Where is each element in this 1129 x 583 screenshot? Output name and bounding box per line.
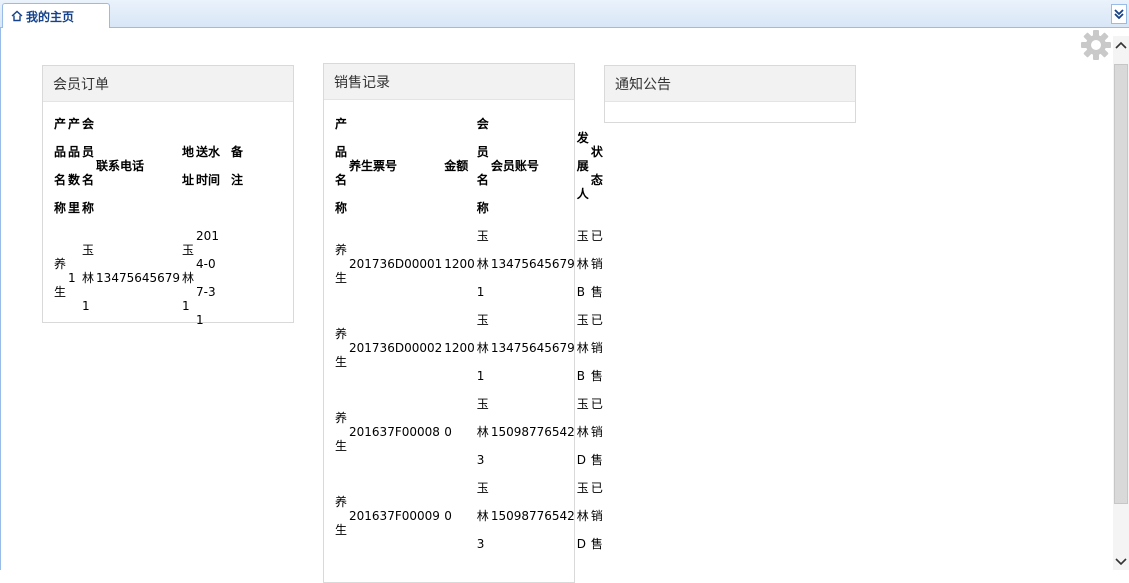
column-header: 会员账号 xyxy=(490,159,539,173)
column-header: 地址 xyxy=(182,145,195,187)
table-row: 养生 201637F00009 0 玉林3 15098776542 玉林D 已销… xyxy=(334,474,604,558)
column-header: 联系电话 xyxy=(96,159,145,173)
table-cell: 15098776542 xyxy=(490,509,575,523)
table-cell: 201637F00009 xyxy=(349,509,440,523)
table-cell: 已销售 xyxy=(590,313,603,383)
scroll-up-button[interactable] xyxy=(1113,36,1129,53)
table-row: 养生 201736D00001 1200 玉林1 13475645679 玉林B… xyxy=(334,222,604,306)
table-cell: 201736D00002 xyxy=(349,341,443,355)
tab-my-home[interactable]: 我的主页 xyxy=(2,3,110,28)
table-cell: 0 xyxy=(444,425,452,439)
column-header: 产品数里 xyxy=(68,117,81,215)
table-cell: 2014-07-31 xyxy=(196,229,219,327)
member-orders-table: 产品名称 产品数里 会员名称 联系电话 地址 送水时间 备注 养生 1 玉林1 … xyxy=(53,110,244,334)
scroll-down-icon xyxy=(1115,557,1127,565)
home-icon xyxy=(11,10,23,22)
gear-icon[interactable] xyxy=(1079,28,1113,62)
table-cell: 玉林B xyxy=(576,229,589,299)
table-cell: 养生 xyxy=(54,257,67,299)
column-header: 养生票号 xyxy=(349,159,398,173)
table-cell: 13475645679 xyxy=(490,341,575,355)
table-row: 养生 201637F00008 0 玉林3 15098776542 玉林D 已销… xyxy=(334,390,604,474)
sales-records-title: 销售记录 xyxy=(324,64,574,100)
column-header: 金额 xyxy=(444,159,469,173)
table-cell: 已销售 xyxy=(590,229,603,299)
column-header: 会员名称 xyxy=(476,117,489,215)
tab-bar: 我的主页 xyxy=(0,0,1129,28)
table-cell: 15098776542 xyxy=(490,425,575,439)
table-cell: 玉林1 xyxy=(476,313,489,383)
table-cell: 玉林1 xyxy=(476,229,489,299)
table-cell: 玉林3 xyxy=(476,481,489,551)
table-header-row: 产品名称 产品数里 会员名称 联系电话 地址 送水时间 备注 xyxy=(53,110,244,222)
member-orders-panel: 会员订单 产品名称 产品数里 会员名称 联系电话 地址 送水时间 备注 养生 1… xyxy=(42,65,294,327)
table-cell: 玉林1 xyxy=(182,243,195,313)
table-cell: 1200 xyxy=(444,341,475,355)
table-cell: 养生 xyxy=(335,411,348,453)
notices-title: 通知公告 xyxy=(605,66,855,102)
table-cell: 0 xyxy=(444,509,452,523)
member-orders-title: 会员订单 xyxy=(43,66,293,102)
sales-records-table: 产品名称 养生票号 金额 会员名称 会员账号 发展人 状态 养生 201736D… xyxy=(334,110,604,558)
notices-panel: 通知公告 xyxy=(604,65,856,123)
column-header: 状态 xyxy=(590,145,603,187)
table-cell: 201637F00008 xyxy=(349,425,440,439)
table-cell xyxy=(221,222,244,334)
column-header: 发展人 xyxy=(576,131,589,201)
table-cell: 13475645679 xyxy=(490,257,575,271)
table-cell: 1200 xyxy=(444,257,475,271)
tab-label: 我的主页 xyxy=(26,9,75,24)
table-cell: 13475645679 xyxy=(96,271,181,285)
table-cell: 1 xyxy=(68,271,76,285)
table-cell: 玉林1 xyxy=(82,243,95,313)
table-header-row: 产品名称 养生票号 金额 会员名称 会员账号 发展人 状态 xyxy=(334,110,604,222)
table-cell: 已销售 xyxy=(590,481,603,551)
table-cell: 养生 xyxy=(335,327,348,369)
chevron-double-down-icon xyxy=(1114,9,1124,19)
column-header: 送水时间 xyxy=(196,145,221,187)
tab-menu-button[interactable] xyxy=(1111,4,1127,24)
table-row: 养生 1 玉林1 13475645679 玉林1 2014-07-31 xyxy=(53,222,244,334)
sales-records-panel: 销售记录 产品名称 养生票号 金额 会员名称 会员账号 发展人 状态 养生 20… xyxy=(323,63,603,583)
column-header: 产品名称 xyxy=(54,117,67,215)
table-cell: 已销售 xyxy=(590,397,603,467)
vertical-scrollbar[interactable] xyxy=(1113,36,1129,570)
column-header: 产品名称 xyxy=(335,117,348,215)
column-header: 会员名称 xyxy=(82,117,95,215)
table-cell: 养生 xyxy=(335,495,348,537)
table-cell: 201736D00001 xyxy=(349,257,443,271)
table-cell: 养生 xyxy=(335,243,348,285)
column-header: 备注 xyxy=(231,145,244,187)
table-cell: 玉林3 xyxy=(476,397,489,467)
table-row: 养生 201736D00002 1200 玉林1 13475645679 玉林B… xyxy=(334,306,604,390)
scroll-up-icon xyxy=(1115,41,1127,49)
scrollbar-thumb[interactable] xyxy=(1114,64,1128,504)
table-cell: 玉林D xyxy=(576,481,589,551)
table-cell: 玉林B xyxy=(576,313,589,383)
table-cell: 玉林D xyxy=(576,397,589,467)
scroll-down-button[interactable] xyxy=(1113,553,1129,570)
